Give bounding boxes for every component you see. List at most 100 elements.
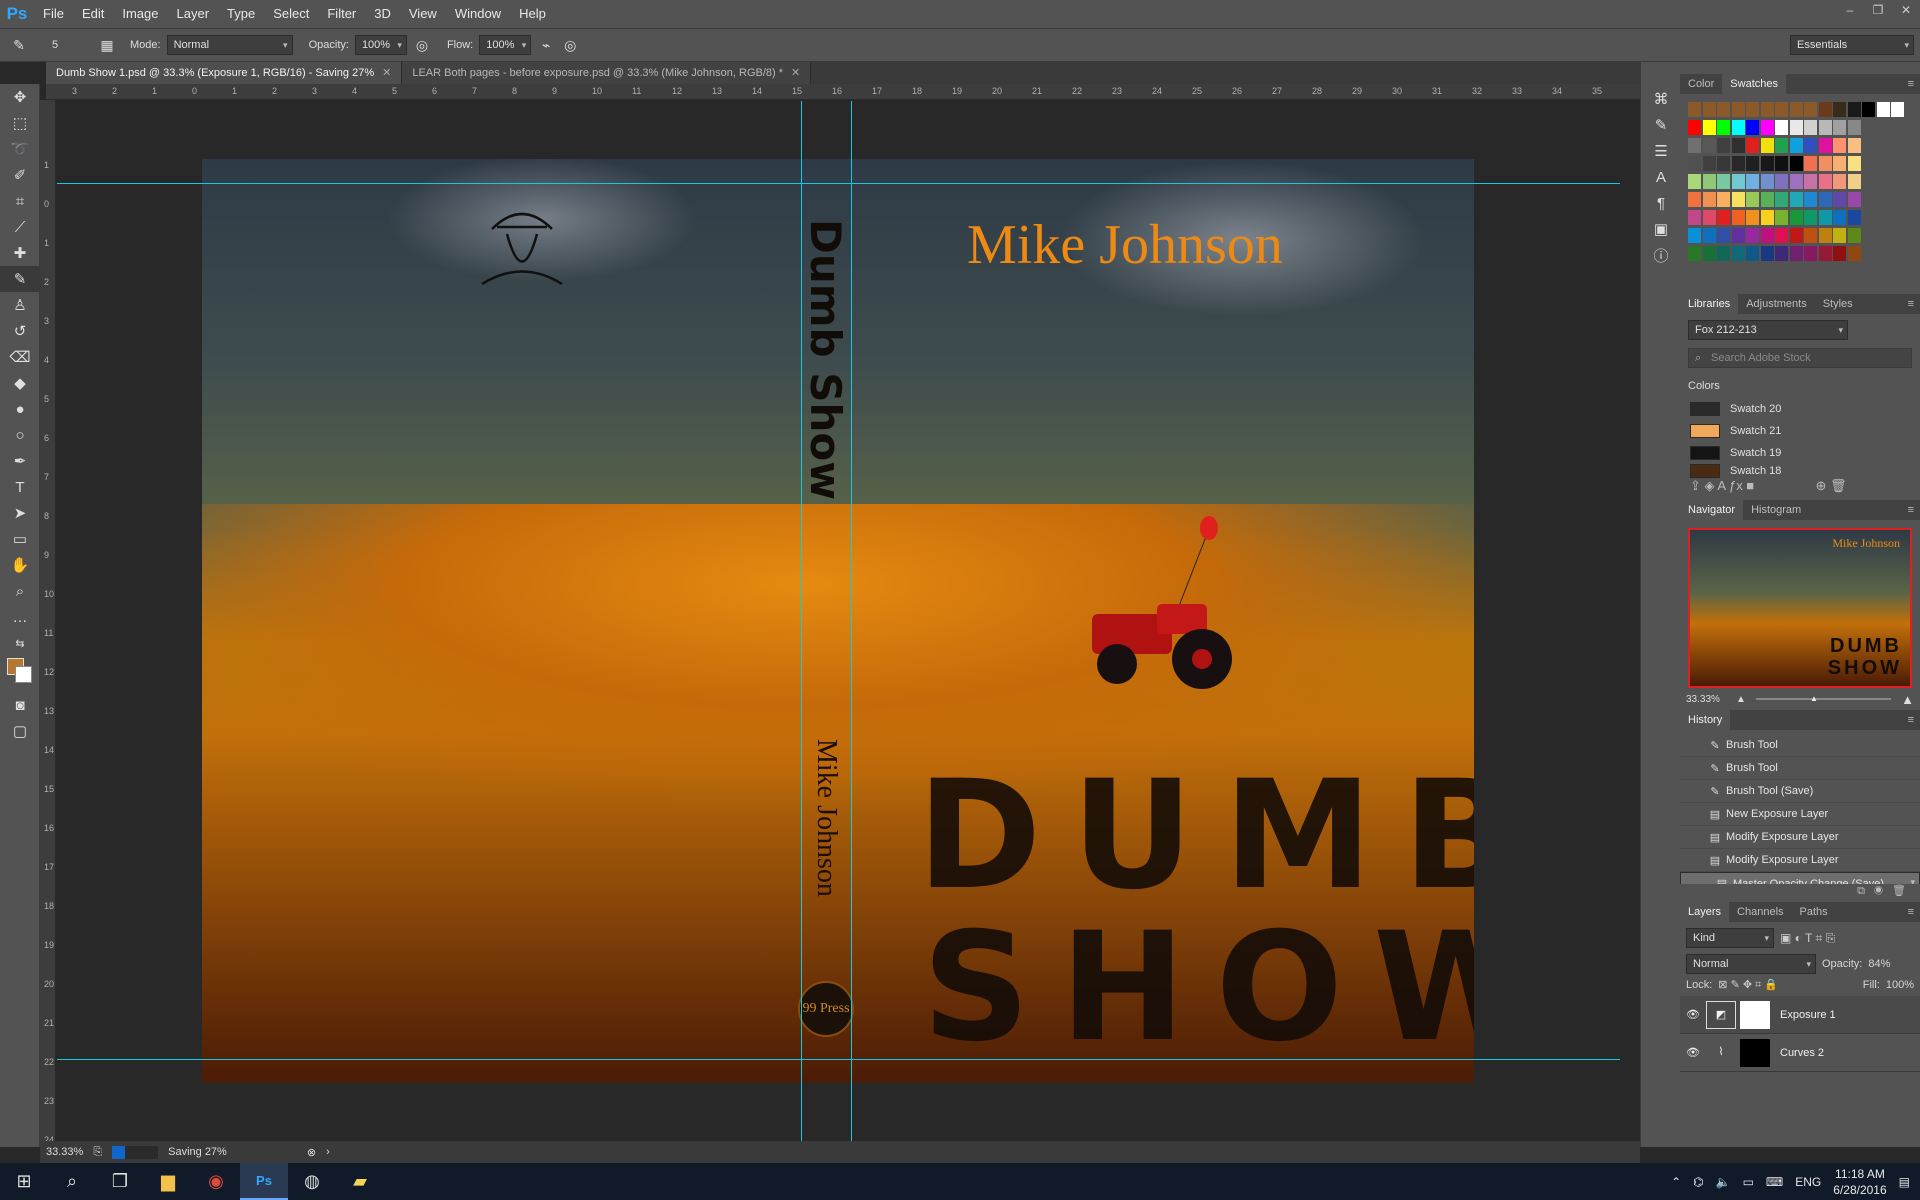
swatch[interactable] [1717,120,1730,135]
history-actions[interactable]: ⧉ ◉ 🗑 [1680,884,1920,902]
tab-navigator[interactable]: Navigator [1680,500,1744,520]
swatch[interactable] [1688,138,1701,153]
folder-icon[interactable]: ▰ [336,1163,384,1200]
tab-styles[interactable]: Styles [1815,294,1861,314]
close-tab-icon[interactable]: ✕ [791,67,800,79]
swatch[interactable] [1789,228,1803,243]
quick-mask-icon[interactable]: ◙ [0,692,40,718]
layer-filter-icons[interactable]: ▣ ◐ T ⌗ ⎘ [1780,931,1835,946]
menu-file[interactable]: File [34,0,73,28]
swatch[interactable] [1804,156,1817,171]
swatch[interactable] [1775,246,1788,261]
swatch[interactable] [1833,174,1846,189]
swatch[interactable] [1818,210,1832,225]
character-panel-icon[interactable]: A [1641,164,1681,190]
swatch[interactable] [1789,156,1803,171]
library-color-row[interactable]: Swatch 21 [1680,420,1920,442]
network-icon[interactable]: ⌬ [1693,1175,1703,1189]
history-item[interactable]: ✎ Brush Tool [1680,757,1920,780]
swatch[interactable] [1717,174,1730,189]
tab-history[interactable]: History [1680,710,1731,730]
airbrush-icon[interactable]: ⌁ [537,37,555,54]
pen-tool-icon[interactable]: ✒ [0,448,40,474]
swatch[interactable] [1818,228,1832,243]
background-color[interactable] [15,666,32,683]
tab-paths[interactable]: Paths [1792,902,1836,922]
paragraph-panel-icon[interactable]: ¶ [1641,190,1681,216]
swatch[interactable] [1789,210,1803,225]
history-item[interactable]: ✎ Brush Tool [1680,734,1920,757]
swatch[interactable] [1833,210,1846,225]
swatch[interactable] [1804,138,1817,153]
swatch[interactable] [1717,156,1730,171]
book-cover-artwork[interactable]: Mike Johnson DUMB SHOW Dumb Show Mike Jo… [202,159,1474,1083]
zoom-slider[interactable]: ▲ [1755,694,1892,703]
swatch[interactable] [1688,192,1701,207]
zoom-in-icon[interactable]: ▲ [1901,692,1914,707]
layer-row-selected[interactable]: 👁 ◩ Exposure 1 [1680,996,1920,1034]
quick-select-tool-icon[interactable]: ✐ [0,162,40,188]
swatch[interactable] [1847,120,1861,135]
history-item[interactable]: ✎ Brush Tool (Save) [1680,780,1920,803]
eraser-tool-icon[interactable]: ⌫ [0,344,40,370]
swatch[interactable] [1746,228,1759,243]
swatch[interactable] [1891,102,1904,117]
swatch[interactable] [1760,174,1774,189]
swatch[interactable] [1847,246,1861,261]
move-tool-icon[interactable]: ✥ [0,84,40,110]
swatch[interactable] [1731,102,1745,117]
zoom-tool-icon[interactable]: ⌕ [0,578,40,604]
swatch[interactable] [1746,192,1759,207]
clock[interactable]: 11:18 AM 6/28/2016 [1833,1166,1886,1198]
swatch[interactable] [1818,192,1832,207]
swatch[interactable] [1775,120,1788,135]
swatch[interactable] [1746,174,1759,189]
swatch[interactable] [1746,210,1759,225]
crop-tool-icon[interactable]: ⌗ [0,188,40,214]
menu-type[interactable]: Type [218,0,264,28]
swap-colors-icon[interactable]: ⇆ [0,630,40,656]
panel-menu-icon[interactable]: ≡ [1908,504,1920,516]
swatch-grid[interactable] [1680,94,1920,294]
status-arrow-icon[interactable]: › [326,1146,330,1158]
clone-stamp-tool-icon[interactable]: ♙ [0,292,40,318]
swatch[interactable] [1833,120,1846,135]
tab-lear[interactable]: LEAR Both pages - before exposure.psd @ … [402,62,812,84]
keyboard-icon[interactable]: ⌨ [1766,1175,1783,1189]
menu-view[interactable]: View [400,0,446,28]
restore-button[interactable]: ❐ [1864,0,1892,20]
swatch[interactable] [1731,174,1745,189]
search-icon[interactable]: ⌕ [48,1163,96,1200]
swatch[interactable] [1688,102,1701,117]
swatch[interactable] [1804,120,1817,135]
swatch[interactable] [1688,210,1701,225]
notifications-icon[interactable]: ▤ [1899,1175,1910,1189]
brush-tool-icon[interactable]: ✎ [0,266,40,292]
menu-help[interactable]: Help [510,0,555,28]
brush-size[interactable]: 5 [52,39,92,51]
swatch[interactable] [1731,246,1745,261]
menu-filter[interactable]: Filter [318,0,365,28]
canvas-area[interactable]: Mike Johnson DUMB SHOW Dumb Show Mike Jo… [57,101,1620,1147]
swatch[interactable] [1775,192,1788,207]
library-color-row[interactable]: Swatch 19 [1680,442,1920,464]
swatch[interactable] [1746,156,1759,171]
swatch[interactable] [1760,120,1774,135]
lock-icons[interactable]: ⊠ ✎ ✥ ⌗ 🔒 [1718,978,1778,992]
dodge-tool-icon[interactable]: ○ [0,422,40,448]
menu-layer[interactable]: Layer [168,0,219,28]
ruler-vertical[interactable]: 1 0 1 2 3 4 5 6 7 8 9 10 11 12 13 14 15 16 17 18 19 20 21 22 23 2… [40,100,56,1147]
tab-histogram[interactable]: Histogram [1743,500,1809,520]
tab-layers[interactable]: Layers [1680,902,1730,922]
tab-dumb-show[interactable]: Dumb Show 1.psd @ 33.3% (Exposure 1, RGB… [46,62,403,84]
cancel-save-icon[interactable]: ⊗ [307,1146,316,1159]
swatch[interactable] [1702,246,1716,261]
file-explorer-icon[interactable]: ▆ [144,1163,192,1200]
windows-start-icon[interactable]: ⊞ [0,1163,48,1200]
close-button[interactable]: ✕ [1892,0,1920,20]
swatch[interactable] [1731,192,1745,207]
tab-color[interactable]: Color [1680,74,1722,94]
swatch[interactable] [1760,138,1774,153]
menu-image[interactable]: Image [113,0,167,28]
swatch[interactable] [1702,138,1716,153]
